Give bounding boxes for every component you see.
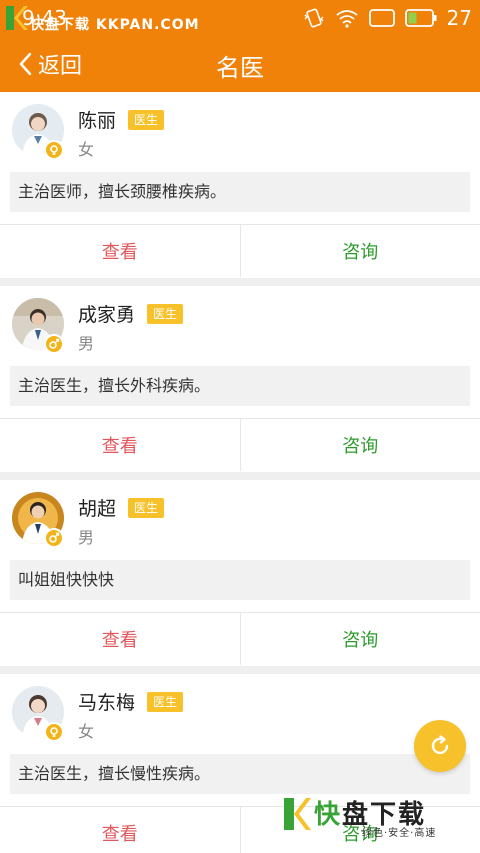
- watermark-text: 快盘下载 KKPAN.COM: [30, 17, 200, 33]
- doctor-name: 马东梅: [78, 692, 136, 714]
- refresh-icon: [431, 735, 449, 755]
- battery-icon: [404, 9, 437, 27]
- doctor-gender: 男: [78, 334, 95, 353]
- female-gender-icon: [44, 722, 64, 742]
- doctor-description: 主治医生，擅长外科疾病。: [10, 366, 470, 406]
- consult-button[interactable]: 咨询: [241, 225, 480, 277]
- vibrate-icon: [304, 8, 324, 28]
- doctor-description: 主治医生，擅长慢性疾病。: [10, 754, 470, 794]
- view-button[interactable]: 查看: [0, 613, 241, 665]
- consult-button[interactable]: 咨询: [241, 613, 480, 665]
- male-gender-icon: [44, 528, 64, 548]
- doctor-tag: 医生: [128, 110, 165, 130]
- view-button[interactable]: 查看: [0, 225, 241, 277]
- doctor-description: 叫姐姐快快快: [10, 560, 470, 600]
- doctor-card: 成家勇 医生 男 主治医生，擅长外科疾病。 查看 咨询: [0, 286, 480, 472]
- doctor-tag: 医生: [128, 498, 165, 518]
- nav-bar: 返回 名医: [0, 36, 480, 92]
- doctor-card: 胡超 医生 男 叫姐姐快快快 查看 咨询: [0, 480, 480, 666]
- kkpan-logo-icon: [284, 798, 311, 830]
- doctor-tag: 医生: [147, 304, 184, 324]
- doctor-gender: 女: [78, 140, 95, 159]
- doctor-name: 胡超: [78, 498, 117, 520]
- view-button[interactable]: 查看: [0, 807, 241, 853]
- consult-button[interactable]: 咨询: [241, 419, 480, 471]
- female-gender-icon: [44, 140, 64, 160]
- battery-level: 27: [446, 6, 472, 30]
- doctor-gender: 女: [78, 722, 95, 741]
- doctor-gender: 男: [78, 528, 95, 547]
- doctor-name: 陈丽: [78, 110, 117, 132]
- card-actions: 查看 咨询: [0, 613, 480, 665]
- wifi-icon: [335, 10, 358, 28]
- status-icons: 27: [303, 4, 472, 32]
- watermark-badge: 快盘下载 绿色·安全·高速: [282, 792, 478, 848]
- view-button[interactable]: 查看: [0, 419, 241, 471]
- page-title: 名医: [216, 54, 264, 82]
- doctor-card: 陈丽 医生 女 主治医师，擅长颈腰椎疾病。 查看 咨询: [0, 92, 480, 278]
- card-actions: 查看 咨询: [0, 419, 480, 471]
- doctor-name: 成家勇: [78, 304, 136, 326]
- doctor-tag: 医生: [147, 692, 184, 712]
- sim-icon: [368, 9, 395, 27]
- doctor-description: 主治医师，擅长颈腰椎疾病。: [10, 172, 470, 212]
- refresh-button[interactable]: [414, 720, 466, 772]
- card-actions: 查看 咨询: [0, 225, 480, 277]
- watermark-slogan: 绿色·安全·高速: [362, 828, 437, 839]
- male-gender-icon: [44, 334, 64, 354]
- kkpan-logo-icon: [6, 6, 28, 30]
- status-bar: 9:43 快盘下载 KKPAN.COM 27: [0, 0, 480, 36]
